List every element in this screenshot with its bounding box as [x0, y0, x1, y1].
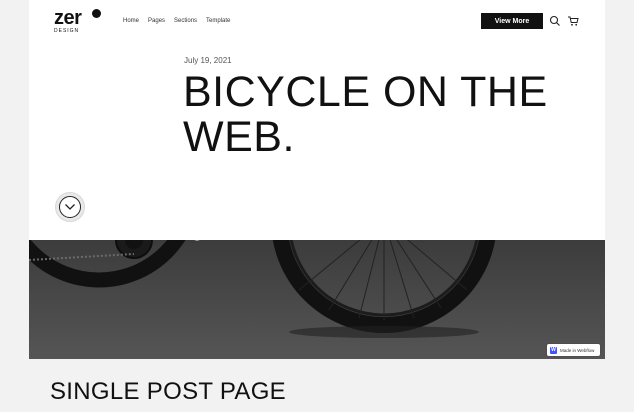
logo-dot [92, 9, 101, 18]
nav-item-home[interactable]: Home [123, 17, 139, 25]
hero-bicycle-image [29, 240, 605, 359]
post-date: July 19, 2021 [184, 56, 232, 65]
chevron-down-icon [59, 196, 81, 218]
badge-label: Made in Webflow [560, 347, 595, 353]
webflow-logo-icon: W [550, 346, 557, 354]
nav-item-template[interactable]: Template [206, 17, 230, 25]
scroll-down-button[interactable] [55, 192, 85, 222]
made-in-webflow-badge[interactable]: W Made in Webflow [547, 344, 600, 356]
logo-wordmark: zer [54, 7, 82, 29]
cart-icon[interactable] [567, 14, 579, 26]
search-icon[interactable] [549, 14, 561, 26]
template-caption: SINGLE POST PAGE [50, 378, 286, 405]
view-more-button[interactable]: View More [481, 13, 543, 29]
nav-item-pages[interactable]: Pages [148, 17, 165, 25]
logo-subtitle: DESIGN [54, 28, 80, 34]
post-headline: BICYCLE ON THE WEB. [183, 68, 548, 161]
website-preview: zer DESIGN Home Pages Sections Template … [29, 0, 605, 359]
logo[interactable]: zer DESIGN [54, 8, 110, 36]
main-nav: Home Pages Sections Template [123, 17, 230, 25]
nav-item-sections[interactable]: Sections [174, 17, 197, 25]
